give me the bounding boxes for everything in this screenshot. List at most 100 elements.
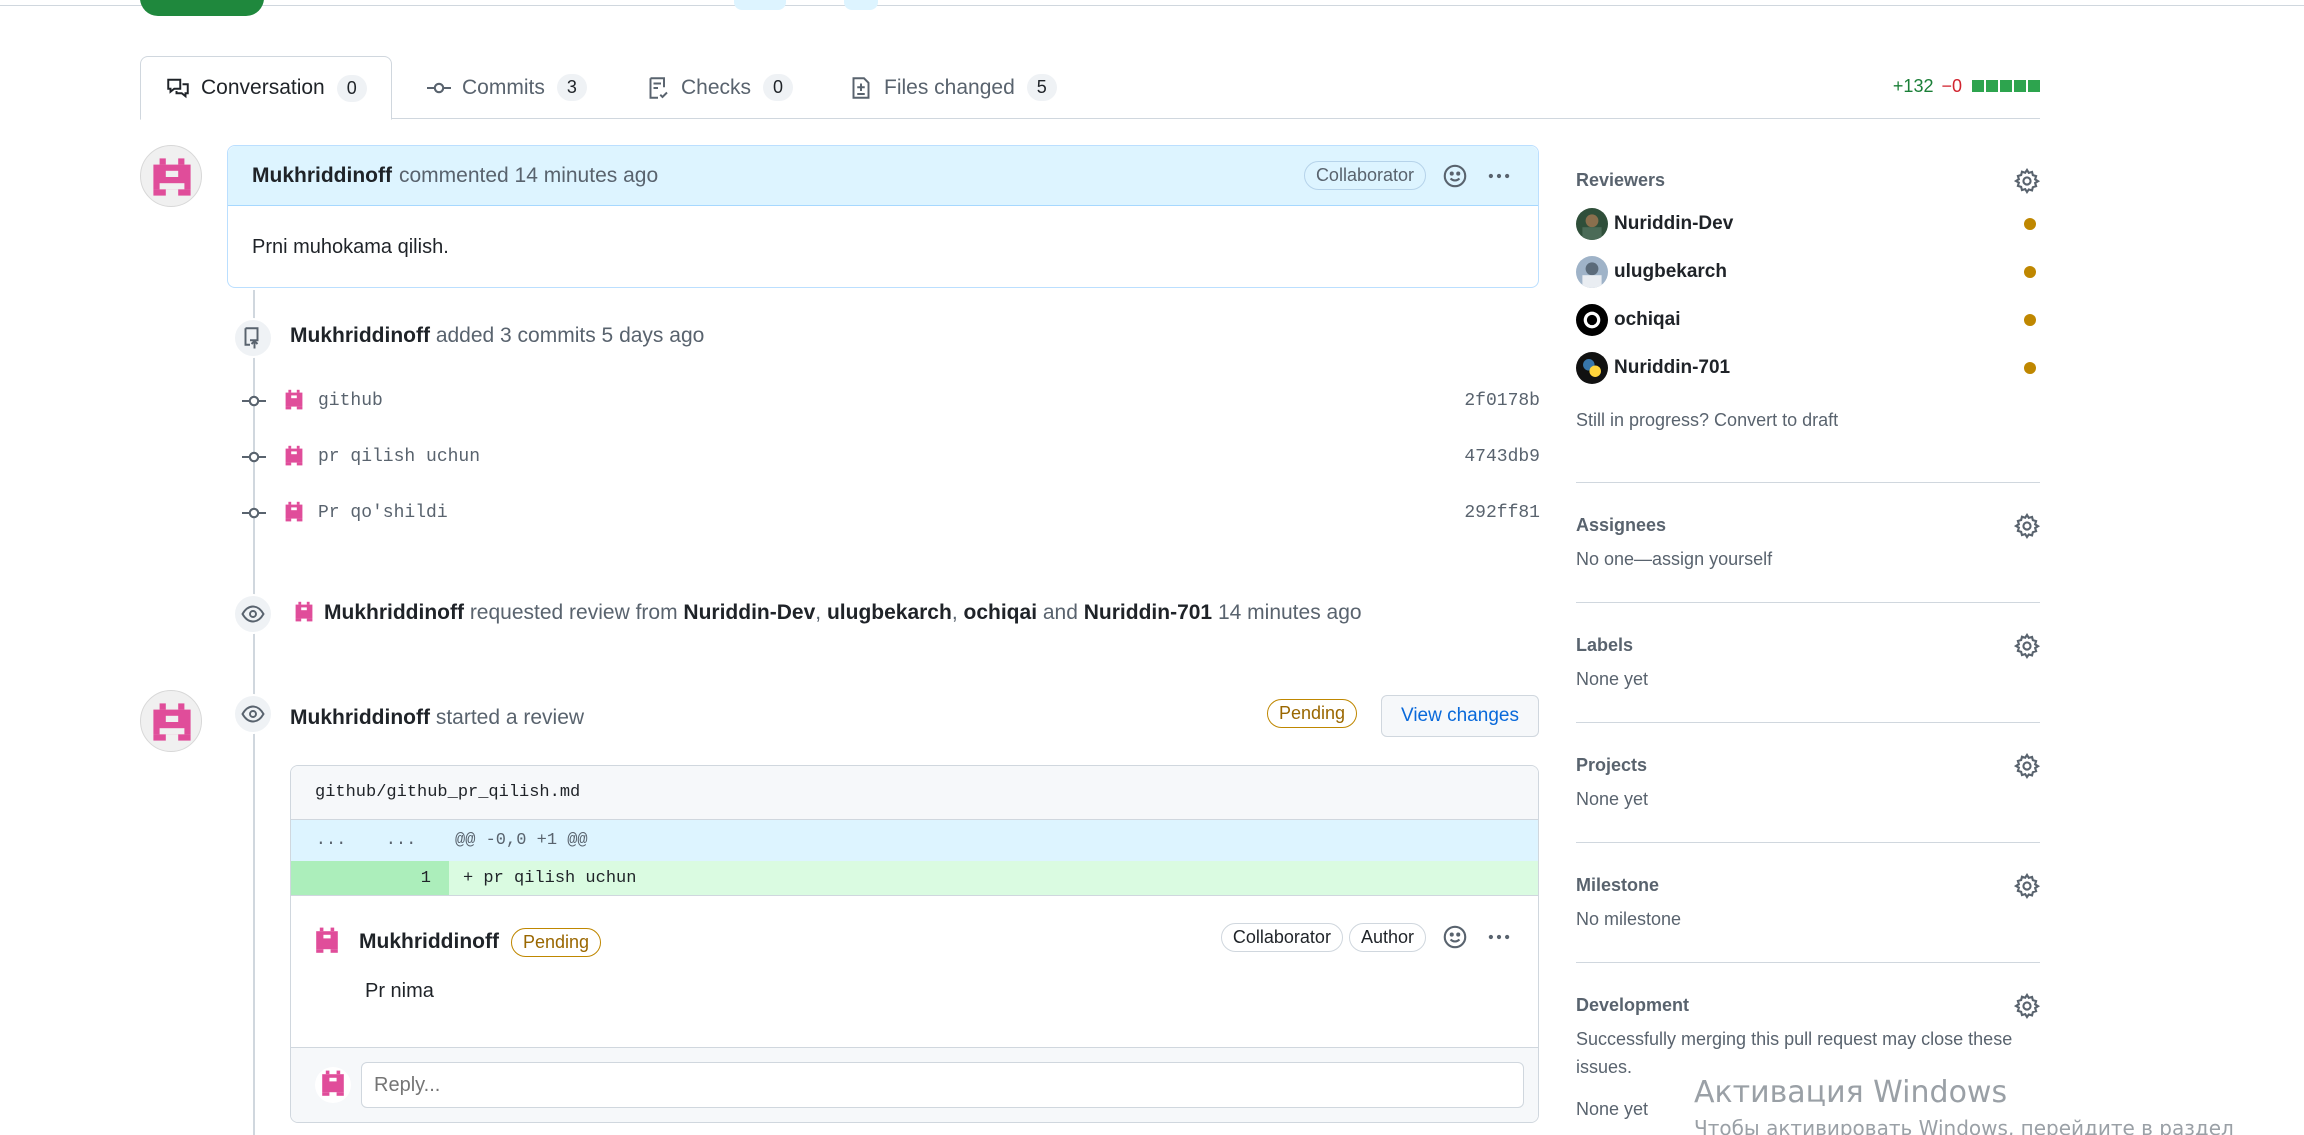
commit-sha[interactable]: 2f0178b xyxy=(1464,391,1540,411)
reviewers-section: Reviewers Nuriddin-Dev ulugbekarch ochiq… xyxy=(1576,160,2041,483)
pending-review-dot xyxy=(2024,362,2036,374)
reviewer-link[interactable]: Nuriddin-Dev xyxy=(683,601,815,625)
reply-input[interactable] xyxy=(361,1062,1524,1108)
reviewer-name: ulugbekarch xyxy=(1614,261,1727,282)
review-started-event: Mukhriddinoff started a review xyxy=(290,706,584,730)
commit-sha[interactable]: 4743db9 xyxy=(1464,447,1540,467)
assignees-section: Assignees No one—assign yourself xyxy=(1576,483,2041,603)
tab-label: Files changed xyxy=(884,75,1015,99)
event-text: added 3 commits 5 days ago xyxy=(435,324,705,347)
reviewer-name: Nuriddin-Dev xyxy=(1614,213,1734,234)
git-commit-icon xyxy=(426,75,452,101)
diffstat-additions: +132 xyxy=(1892,76,1934,96)
git-commit-icon xyxy=(240,443,268,471)
comment-body: Prni muhokama qilish. xyxy=(252,236,449,258)
reviewer-link[interactable]: ochiqai xyxy=(964,601,1038,625)
top-divider xyxy=(0,5,2304,6)
reviewer-item[interactable]: Nuriddin-701 xyxy=(1576,344,2040,392)
reviewer-link[interactable]: Nuriddin-701 xyxy=(1084,601,1212,625)
gear-icon[interactable] xyxy=(2013,872,2041,899)
avatar[interactable] xyxy=(140,690,202,752)
event-author[interactable]: Mukhriddinoff xyxy=(324,601,464,625)
labels-section: Labels None yet xyxy=(1576,603,2041,723)
branch-label-head[interactable] xyxy=(844,0,878,10)
hunk-expand-left[interactable]: ... xyxy=(291,831,371,850)
tab-commits[interactable]: Commits 3 xyxy=(426,56,587,119)
section-title[interactable]: Milestone xyxy=(1576,865,2040,905)
separator: , xyxy=(815,601,822,624)
reviewer-link[interactable]: ulugbekarch xyxy=(827,601,952,625)
file-path[interactable]: github/github_pr_qilish.md xyxy=(291,766,1538,820)
section-title[interactable]: Assignees xyxy=(1576,505,2040,545)
diffstat: +132 −0 xyxy=(1893,76,2040,97)
avatar[interactable] xyxy=(280,387,308,415)
comment-author[interactable]: Mukhriddinoff xyxy=(252,164,392,188)
hunk-expand-right[interactable]: ... xyxy=(371,831,431,850)
review-requested-event: Mukhriddinoff requested review from Nuri… xyxy=(290,599,1362,627)
comment-action: commented xyxy=(398,163,509,187)
separator: , xyxy=(951,601,958,624)
commits-event: Mukhriddinoff added 3 commits 5 days ago xyxy=(290,324,704,348)
event-author[interactable]: Mukhriddinoff xyxy=(290,706,430,730)
kebab-menu-icon[interactable] xyxy=(1484,922,1514,952)
avatar[interactable] xyxy=(140,145,202,207)
avatar[interactable] xyxy=(280,443,308,471)
hunk-range: @@ -0,0 +1 @@ xyxy=(431,820,1538,861)
view-changes-button[interactable]: View changes xyxy=(1381,695,1539,737)
repo-push-icon xyxy=(233,318,273,358)
pr-sidebar: Reviewers Nuriddin-Dev ulugbekarch ochiq… xyxy=(1576,160,2041,1135)
tab-label: Conversation xyxy=(201,76,325,99)
section-title[interactable]: Development xyxy=(1576,985,2040,1025)
gear-icon[interactable] xyxy=(2013,512,2041,539)
kebab-menu-icon[interactable] xyxy=(1484,161,1514,191)
avatar[interactable] xyxy=(309,924,345,960)
tab-counter: 3 xyxy=(556,74,587,101)
line-number[interactable]: 1 xyxy=(291,861,449,895)
tab-checks[interactable]: Checks 0 xyxy=(645,56,794,119)
comment-discussion-icon xyxy=(165,75,191,101)
tab-conversation[interactable]: Conversation 0 xyxy=(140,56,392,120)
eye-icon xyxy=(233,594,273,634)
gear-icon[interactable] xyxy=(2013,167,2041,194)
file-diff-icon xyxy=(848,75,874,101)
assign-yourself-link[interactable]: No one—assign yourself xyxy=(1576,545,2040,573)
tab-files-changed[interactable]: Files changed 5 xyxy=(848,56,1057,119)
review-status-badge: Pending xyxy=(1267,699,1358,728)
pr-tabs: Conversation 0 Commits 3 Checks 0 Files … xyxy=(140,56,2040,120)
gear-icon[interactable] xyxy=(2013,632,2041,659)
avatar[interactable] xyxy=(280,499,308,527)
pending-badge: Pending xyxy=(1267,699,1358,728)
commit-message[interactable]: Pr qo'shildi xyxy=(318,503,448,523)
convert-to-draft-link[interactable]: Still in progress? Convert to draft xyxy=(1576,406,2040,434)
labels-value: None yet xyxy=(1576,669,1649,689)
milestone-section: Milestone No milestone xyxy=(1576,843,2041,963)
reviewer-item[interactable]: ochiqai xyxy=(1576,296,2040,344)
comment-author[interactable]: Mukhriddinoff xyxy=(359,930,499,954)
commit-row: Pr qo'shildi 292ff81 xyxy=(240,493,1540,533)
milestone-value: No milestone xyxy=(1576,909,1682,929)
line-content: + pr qilish uchun xyxy=(463,868,637,888)
commit-sha[interactable]: 292ff81 xyxy=(1464,503,1540,523)
event-time[interactable]: 14 minutes ago xyxy=(1218,601,1362,625)
smiley-icon[interactable] xyxy=(1440,922,1470,952)
gear-icon[interactable] xyxy=(2013,992,2041,1019)
reviewer-item[interactable]: ulugbekarch xyxy=(1576,248,2040,296)
comment-time[interactable]: 14 minutes ago xyxy=(515,164,659,188)
avatar[interactable] xyxy=(290,599,318,627)
avatar xyxy=(1576,352,1608,384)
section-title[interactable]: Projects xyxy=(1576,745,2040,785)
branch-label-base[interactable] xyxy=(734,0,786,10)
commit-message[interactable]: github xyxy=(318,391,383,411)
smiley-icon[interactable] xyxy=(1440,161,1470,191)
role-badge: Collaborator xyxy=(1220,922,1343,952)
gear-icon[interactable] xyxy=(2013,752,2041,779)
commit-row: pr qilish uchun 4743db9 xyxy=(240,437,1540,477)
inline-review-comment: Mukhriddinoff Pending Collaborator Autho… xyxy=(291,896,1538,1048)
section-title[interactable]: Reviewers xyxy=(1576,160,2040,200)
commit-message[interactable]: pr qilish uchun xyxy=(318,447,480,467)
conjunction: and xyxy=(1042,601,1078,624)
section-title[interactable]: Labels xyxy=(1576,625,2040,665)
event-author[interactable]: Mukhriddinoff xyxy=(290,324,430,348)
reviewer-item[interactable]: Nuriddin-Dev xyxy=(1576,200,2040,248)
diff-added-line: 1 + pr qilish uchun xyxy=(291,861,1538,896)
